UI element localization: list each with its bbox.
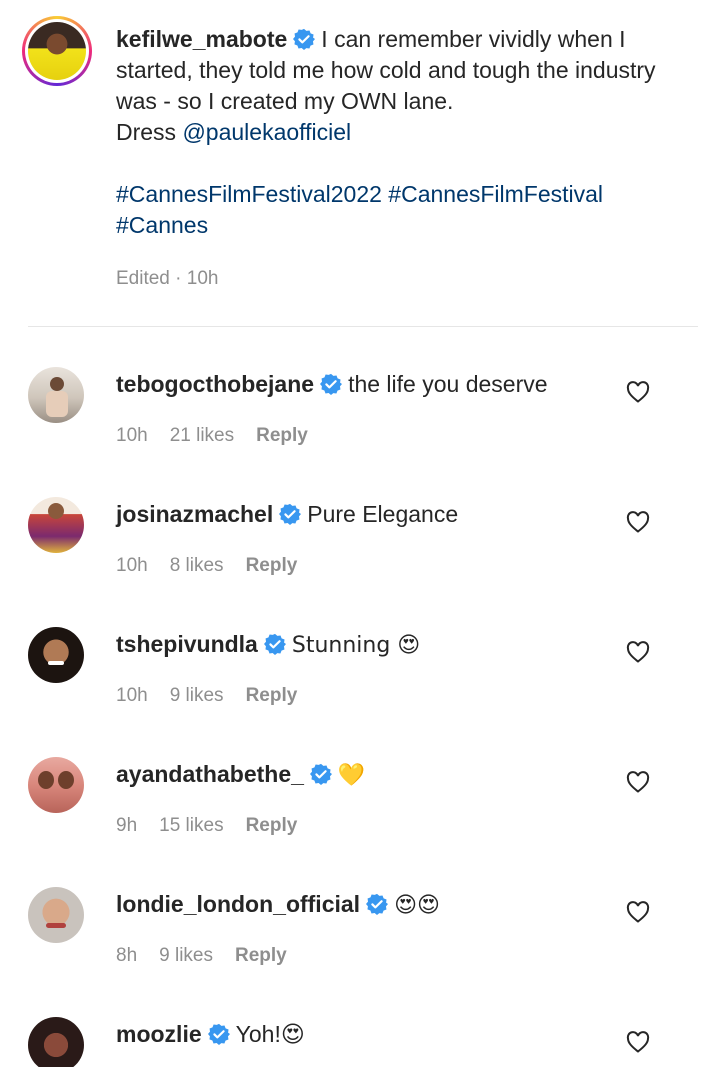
dress-mention-link[interactable]: @paulekaofficiel [182, 119, 351, 145]
comment-body: tebogocthobejane the life you deserve [116, 369, 548, 399]
comment-likes[interactable]: 15 likes [159, 815, 223, 836]
comment-avatar[interactable] [28, 367, 84, 423]
reply-button[interactable]: Reply [246, 815, 298, 836]
author-username[interactable]: kefilwe_mabote [116, 26, 287, 52]
heart-outline-icon[interactable] [626, 771, 650, 793]
post-caption: kefilwe_mabote I can remember vividly whe… [0, 0, 720, 310]
verified-icon [293, 28, 316, 50]
comment-row: tebogocthobejane the life you deserve 10h… [0, 367, 720, 497]
comment-time: 10h [116, 425, 148, 446]
comment-time: 10h [116, 555, 148, 576]
comment-row: ayandathabethe_ 💛 9h 15 likes Reply [0, 757, 720, 887]
heart-outline-icon[interactable] [626, 901, 650, 923]
comment-avatar[interactable] [28, 497, 84, 553]
caption-meta: Edited · 10h [116, 268, 219, 289]
comment-row: moozlie Yoh!😍 [0, 1017, 720, 1067]
author-photo [28, 22, 86, 80]
verified-icon [263, 633, 286, 655]
comment-text: Pure Elegance [307, 501, 459, 527]
heart-outline-icon[interactable] [626, 1031, 650, 1053]
caption-time: 10h [186, 268, 219, 289]
divider [28, 326, 698, 327]
heart-outline-icon[interactable] [626, 381, 650, 403]
heart-outline-icon[interactable] [626, 511, 650, 533]
comment-row: tshepivundla Stunning 😍 10h 9 likes Reply [0, 627, 720, 757]
comment-row: josinazmachel Pure Elegance 10h 8 likes Rep… [0, 497, 720, 627]
comment-likes[interactable]: 9 likes [170, 685, 224, 706]
reply-button[interactable]: Reply [246, 685, 298, 706]
comment-time: 10h [116, 685, 148, 706]
comment-likes[interactable]: 9 likes [159, 945, 213, 966]
caption-text: kefilwe_mabote I can remember vividly whe… [116, 24, 696, 241]
comment-meta: 8h 9 likes Reply [116, 945, 309, 967]
comment-username[interactable]: tebogocthobejane [116, 371, 314, 397]
comment-avatar[interactable] [28, 757, 84, 813]
comment-text: the life you deserve [348, 371, 548, 397]
comment-username[interactable]: tshepivundla [116, 631, 258, 657]
dress-prefix: Dress [116, 119, 177, 145]
comment-likes[interactable]: 8 likes [170, 555, 224, 576]
author-avatar[interactable] [22, 16, 92, 86]
comment-username[interactable]: moozlie [116, 1021, 202, 1047]
hashtags[interactable]: #CannesFilmFestival2022 #CannesFilmFesti… [116, 179, 696, 241]
comment-username[interactable]: josinazmachel [116, 501, 273, 527]
comment-body: ayandathabethe_ 💛 [116, 759, 365, 791]
comment-likes[interactable]: 21 likes [170, 425, 234, 446]
verified-icon [366, 893, 389, 915]
comment-time: 8h [116, 945, 138, 966]
verified-icon [279, 503, 302, 525]
comment-avatar[interactable] [28, 887, 84, 943]
comment-text: Yoh!😍 [235, 1021, 305, 1047]
comment-meta: 10h 8 likes Reply [116, 555, 319, 577]
comment-avatar[interactable] [28, 1017, 84, 1067]
comment-meta: 10h 21 likes Reply [116, 425, 330, 447]
comment-meta: 9h 15 likes Reply [116, 815, 319, 837]
comment-row: londie_london_official 😍😍 8h 9 likes Reply [0, 887, 720, 1017]
comment-body: londie_london_official 😍😍 [116, 889, 440, 921]
reply-button[interactable]: Reply [235, 945, 287, 966]
comment-time: 9h [116, 815, 138, 836]
verified-icon [309, 763, 332, 785]
edited-label: Edited [116, 268, 170, 289]
verified-icon [320, 373, 343, 395]
comment-avatar[interactable] [28, 627, 84, 683]
comment-meta: 10h 9 likes Reply [116, 685, 319, 707]
comment-body: tshepivundla Stunning 😍 [116, 629, 420, 661]
verified-icon [207, 1023, 230, 1045]
comment-username[interactable]: londie_london_official [116, 891, 360, 917]
reply-button[interactable]: Reply [246, 555, 298, 576]
comment-body: moozlie Yoh!😍 [116, 1019, 305, 1049]
comment-text: 💛 [337, 763, 366, 788]
comment-body: josinazmachel Pure Elegance [116, 499, 458, 529]
reply-button[interactable]: Reply [256, 425, 308, 446]
heart-outline-icon[interactable] [626, 641, 650, 663]
comment-username[interactable]: ayandathabethe_ [116, 761, 304, 787]
comment-text: Stunning 😍 [291, 633, 421, 658]
comment-text: 😍😍 [394, 893, 440, 918]
